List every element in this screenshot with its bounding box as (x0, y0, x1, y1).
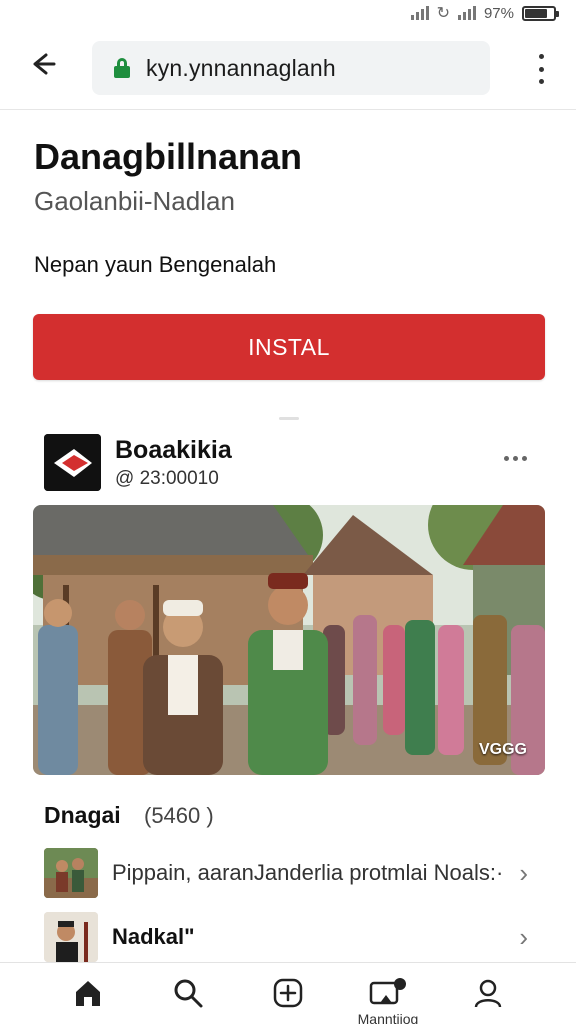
cell-signal-icon (457, 6, 476, 20)
more-horizontal-icon[interactable] (504, 456, 527, 461)
portrait-thumb (44, 912, 98, 962)
post-image[interactable]: VGGG (33, 505, 545, 775)
browser-toolbar: kyn.ynnannaglanh (0, 26, 576, 110)
more-vertical-icon[interactable] (536, 54, 546, 84)
app-title: Danagbillnanan (34, 136, 303, 177)
sync-icon: ↻ (436, 5, 450, 22)
app-description: Nepan yaun Bengenalah (34, 252, 277, 277)
chevron-right-icon: › (519, 858, 528, 888)
app-subtitle: Gaolanbii-Nadlan (34, 186, 235, 216)
create-icon[interactable] (268, 977, 308, 1013)
profile-icon[interactable] (468, 977, 508, 1013)
chevron-right-icon: › (519, 922, 528, 952)
post-card: Boaakikia @ 23:00010 VGGG (33, 422, 545, 792)
bottom-navigation: Manntiiog (0, 962, 576, 1024)
signal-icon (410, 6, 429, 20)
battery-percent: 97% (483, 4, 514, 22)
install-button[interactable]: INSTAL (33, 314, 545, 380)
url-text: kyn.ynnannaglanh (146, 54, 336, 81)
active-nav-label: Manntiiog (357, 1011, 419, 1024)
lock-icon (114, 58, 130, 78)
post-avatar[interactable] (44, 434, 101, 491)
list-item[interactable]: Nadkal" › (44, 910, 534, 962)
media-icon[interactable] (368, 977, 408, 1013)
back-arrow-icon[interactable] (28, 50, 68, 86)
list-item-text: Nadkal" (112, 924, 195, 949)
divider-handle (279, 417, 299, 420)
post-author[interactable]: Boaakikia (115, 436, 232, 465)
url-bar[interactable]: kyn.ynnannaglanh (92, 41, 490, 95)
status-bar: ↻ 97% (0, 0, 576, 26)
battery-icon (522, 5, 559, 21)
section-count: (5460 ) (144, 803, 214, 828)
list-item[interactable]: Pippain, aaranJanderlia protmlai Noals:·… (44, 846, 534, 902)
home-icon[interactable] (68, 977, 108, 1013)
group-photo-thumb (44, 848, 98, 898)
list-item-text: Pippain, aaranJanderlia protmlai Noals:· (112, 860, 504, 885)
image-badge: VGGG (478, 741, 527, 758)
post-meta: @ 23:00010 (115, 468, 219, 489)
section-title: Dnagai (44, 802, 121, 828)
search-icon[interactable] (168, 977, 208, 1013)
